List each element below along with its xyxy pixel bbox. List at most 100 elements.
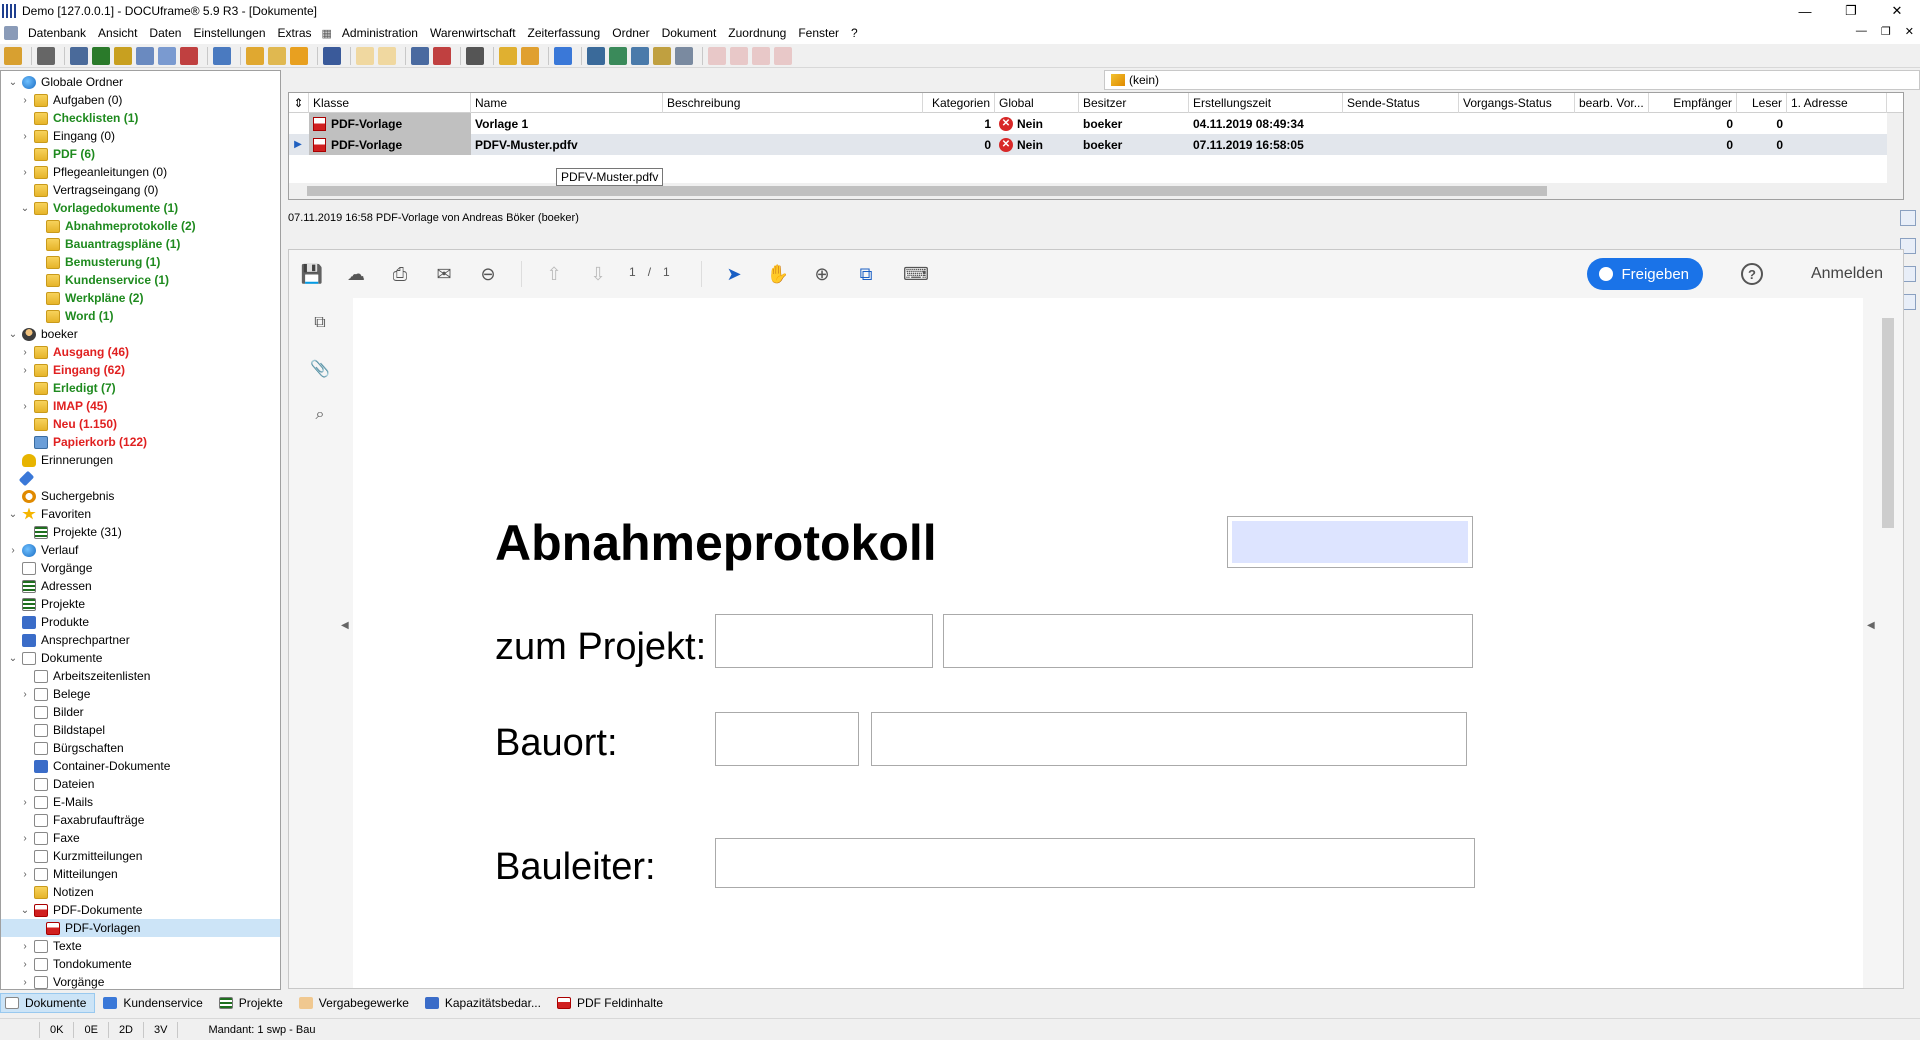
tree-item[interactable]: › Eingang (0) (1, 127, 115, 145)
tree-item[interactable]: › Aufgaben (0) (1, 91, 122, 109)
toolbar-mail5-icon[interactable] (675, 46, 693, 65)
tree-item[interactable]: Kurzmitteilungen (1, 847, 142, 865)
tree-item[interactable]: › Mitteilungen (1, 865, 117, 883)
mdi-restore-button[interactable]: ❐ (1881, 25, 1891, 38)
tree-item[interactable]: ⌄ Globale Ordner (1, 73, 123, 91)
toolbar-assign-icon[interactable] (499, 46, 517, 65)
tree-item[interactable]: › Eingang (62) (1, 361, 125, 379)
tree-item[interactable] (1, 469, 36, 487)
col-besitzer[interactable]: Besitzer (1079, 93, 1189, 113)
bauort-ort-field[interactable] (871, 712, 1467, 766)
toolbar-assign2-icon[interactable] (521, 46, 539, 65)
mdi-minimize-button[interactable]: — (1856, 25, 1867, 38)
tree-item[interactable]: › Ausgang (46) (1, 343, 129, 361)
tree-item[interactable]: Kundenservice (1) (1, 271, 169, 289)
tree-item[interactable]: Abnahmeprotokolle (2) (1, 217, 196, 235)
help-icon[interactable]: ? (1741, 263, 1763, 285)
grid-scroll-thumb[interactable] (307, 186, 1547, 196)
expand-toggle-icon[interactable]: ⌄ (19, 905, 31, 916)
col-empfaenger[interactable]: Empfänger (1649, 93, 1737, 113)
fit-icon[interactable]: ⧉ (855, 263, 877, 285)
expand-toggle-icon[interactable]: › (19, 797, 31, 808)
menu-administration[interactable]: Administration (336, 26, 424, 40)
toolbar-note-icon[interactable] (114, 46, 132, 65)
tree-item[interactable]: Produkte (1, 613, 89, 631)
expand-toggle-icon[interactable]: ⌄ (7, 509, 19, 520)
tree-item[interactable]: ⌄ boeker (1, 325, 78, 343)
toolbar-search-icon[interactable] (323, 46, 341, 65)
tree-item[interactable]: Bilder (1, 703, 84, 721)
tree-item[interactable]: Faxabrufaufträge (1, 811, 144, 829)
projekt-name-field[interactable] (943, 614, 1473, 668)
hand-icon[interactable]: ✋ (767, 263, 789, 285)
toolbar-mail2-icon[interactable] (609, 46, 627, 65)
expand-toggle-icon[interactable]: › (19, 959, 31, 970)
tree-item[interactable]: ⌄ Favoriten (1, 505, 91, 523)
menu-help[interactable]: ? (845, 26, 864, 40)
attachment-icon[interactable]: 📎 (309, 358, 331, 380)
grid-vertical-scrollbar[interactable] (1887, 113, 1903, 185)
toolbar-calendar-icon[interactable] (180, 46, 198, 65)
tree-item[interactable]: › Tondokumente (1, 955, 131, 973)
menu-zuordnung[interactable]: Zuordnung (722, 26, 792, 40)
tree-item[interactable]: ⌄ PDF-Dokumente (1, 901, 143, 919)
page-current[interactable]: 1 (629, 265, 636, 279)
menu-dokument[interactable]: Dokument (656, 26, 723, 40)
toolbar-move-icon[interactable] (290, 46, 308, 65)
expand-toggle-icon[interactable]: › (7, 545, 19, 556)
toolbar-disabled2-icon[interactable] (730, 46, 748, 65)
upload-icon[interactable]: ☁ (345, 263, 367, 285)
col-erstellungszeit[interactable]: Erstellungszeit (1189, 93, 1343, 113)
bauleiter-field[interactable] (715, 838, 1475, 888)
tree-item[interactable]: Dateien (1, 775, 94, 793)
toolbar-mail4-icon[interactable] (653, 46, 671, 65)
toolbar-cut-icon[interactable] (378, 46, 396, 65)
col-sende-status[interactable]: Sende-Status (1343, 93, 1459, 113)
toolbar-pin-icon[interactable] (554, 46, 572, 65)
tree-item[interactable]: Werkpläne (2) (1, 289, 143, 307)
tree-item[interactable]: Vorgänge (1, 559, 92, 577)
toolbar-print-icon[interactable] (37, 46, 55, 65)
expand-toggle-icon[interactable]: › (19, 977, 31, 988)
col-leser[interactable]: Leser (1737, 93, 1787, 113)
toolbar-copy-icon[interactable] (158, 46, 176, 65)
toolbar-open-icon[interactable] (4, 46, 22, 65)
annotate-icon[interactable]: ⌨ (903, 263, 929, 285)
toolbar-mail-icon[interactable] (587, 46, 605, 65)
col-name[interactable]: Name (471, 93, 663, 113)
tree-item[interactable]: › Faxe (1, 829, 79, 847)
tree-item[interactable]: Bildstapel (1, 721, 105, 739)
toolbar-glasses-icon[interactable] (466, 46, 484, 65)
menu-ansicht[interactable]: Ansicht (92, 26, 143, 40)
share-button[interactable]: Freigeben (1587, 258, 1703, 290)
tree-item[interactable]: › E-Mails (1, 793, 93, 811)
expand-toggle-icon[interactable]: › (19, 833, 31, 844)
toolbar-scan-icon[interactable] (411, 46, 429, 65)
expand-toggle-icon[interactable]: › (19, 401, 31, 412)
menu-fenster[interactable]: Fenster (792, 26, 845, 40)
tree-item[interactable]: Neu (1.150) (1, 415, 117, 433)
menu-ordner[interactable]: Ordner (606, 26, 655, 40)
expand-toggle-icon[interactable]: › (19, 869, 31, 880)
expand-toggle-icon[interactable]: › (19, 941, 31, 952)
search-icon[interactable]: ⌕ (309, 404, 331, 426)
menu-extras[interactable]: Extras (272, 26, 318, 40)
tree-item[interactable]: Vertragseingang (0) (1, 181, 158, 199)
tree-item[interactable]: Projekte (1, 595, 85, 613)
col-global[interactable]: Global (995, 93, 1079, 113)
grid-horizontal-scrollbar[interactable] (289, 183, 1903, 199)
mdi-doc-icon[interactable] (4, 26, 18, 40)
tree-item[interactable]: › Verlauf (1, 541, 78, 559)
toolbar-phone-icon[interactable] (213, 46, 231, 65)
toolbar-disabled3-icon[interactable] (752, 46, 770, 65)
bottom-tab[interactable]: Kundenservice (99, 993, 210, 1013)
tree-item[interactable]: Ansprechpartner (1, 631, 130, 649)
tree-item[interactable]: Papierkorb (122) (1, 433, 147, 451)
zoom-in-icon[interactable]: ⊕ (811, 263, 833, 285)
toolbar-folder-icon[interactable] (268, 46, 286, 65)
login-button[interactable]: Anmelden (1811, 265, 1883, 283)
table-row[interactable]: ▶ PDF-Vorlage PDFV-Muster.pdfv 0 ✕ Nein boeker… (289, 134, 1903, 155)
tree-item[interactable]: › IMAP (45) (1, 397, 107, 415)
expand-toggle-icon[interactable]: › (19, 689, 31, 700)
tree-item[interactable]: › Pflegeanleitungen (0) (1, 163, 167, 181)
